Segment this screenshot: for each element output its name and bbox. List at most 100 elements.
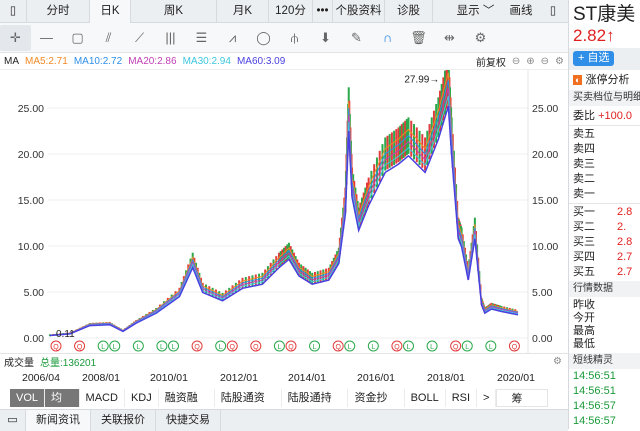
- rectangle-icon[interactable]: ▢: [62, 25, 93, 51]
- circle-icon[interactable]: ◯: [248, 25, 279, 51]
- alert-time[interactable]: 14:56:51: [569, 384, 640, 399]
- tab-120min[interactable]: 120分: [269, 0, 313, 23]
- max-price-label: 27.99→: [404, 74, 439, 85]
- indicator-tab[interactable]: MACD: [80, 389, 125, 407]
- tab-news[interactable]: 新闻资讯: [26, 410, 91, 431]
- alert-time[interactable]: 14:56:51: [569, 369, 640, 384]
- chips-button[interactable]: 筹码: [496, 389, 549, 423]
- settings-icon[interactable]: ⚙: [465, 25, 496, 51]
- indicator-tab[interactable]: >: [477, 389, 497, 407]
- ask-level: 卖四: [573, 143, 595, 155]
- ma60-value: MA60:3.09: [236, 55, 286, 67]
- quote-panel: ST康美 2.82↑ + 自选 ◐ 涨停分析 买卖档位与明细 委比 +100.0…: [568, 0, 640, 429]
- stock-price: 2.82↑: [573, 26, 615, 45]
- eraser-icon[interactable]: ✎: [341, 25, 372, 51]
- bid-level: 买一 2.8: [569, 205, 640, 220]
- tab-related-quotes[interactable]: 关联报价: [91, 410, 156, 431]
- fan-icon[interactable]: ⫽: [93, 25, 124, 51]
- ma5-value: MA5:2.71: [25, 55, 68, 67]
- tab-stock-profile[interactable]: 个股资料: [333, 0, 385, 23]
- event-marker-label: Q: [77, 344, 83, 351]
- event-marker-label: L: [489, 344, 493, 351]
- min-price-label: 0.11: [56, 329, 75, 340]
- draw-button[interactable]: 画线: [502, 0, 540, 23]
- indicator-tab[interactable]: 陆股通资金: [215, 389, 282, 422]
- y-tick-label-right: 15.00: [532, 195, 558, 207]
- more-button[interactable]: •••: [313, 0, 333, 23]
- text-icon[interactable]: ☰: [186, 25, 217, 51]
- settings-icon[interactable]: ⚙: [553, 356, 562, 367]
- event-marker-label: Q: [512, 344, 518, 351]
- ma30-value: MA30:2.94: [182, 55, 231, 67]
- period-tabs: ▯ 分时 日K 周K 月K 120分 ••• 个股资料 诊股 显示 ﹀ 画线 ▯: [0, 0, 568, 23]
- indicator-tab[interactable]: 均线: [45, 389, 80, 422]
- zoom-in-icon[interactable]: ⊕: [526, 56, 534, 67]
- bid-label: 买一: [573, 206, 595, 218]
- event-marker-label: Q: [53, 344, 59, 351]
- split-icon[interactable]: ⇹: [434, 25, 465, 51]
- tab-intraday[interactable]: 分时: [27, 0, 90, 23]
- ma10-value: MA10:2.72: [73, 55, 123, 67]
- zoom-out-icon[interactable]: ⊖: [512, 56, 520, 67]
- short-term-elf-header: 短线精灵: [569, 353, 640, 369]
- parallel-lines-icon[interactable]: |||: [155, 25, 186, 51]
- pitchfork-icon[interactable]: ⫛: [279, 25, 310, 51]
- add-watchlist-button[interactable]: + 自选: [573, 51, 615, 66]
- bid-ratio: 委比 +100.0: [569, 106, 640, 126]
- volume-header: 成交量 总量:136201 ⚙: [0, 353, 568, 369]
- market-field: 最低: [573, 338, 595, 350]
- indicator-tab[interactable]: BOLL: [405, 389, 446, 407]
- indicator-tab[interactable]: KDJ: [125, 389, 159, 407]
- indicator-tab[interactable]: VOL: [10, 389, 46, 407]
- y-tick-label-right: 25.00: [532, 103, 558, 115]
- trash-icon[interactable]: 🗑: [403, 25, 434, 51]
- indicator-tab[interactable]: 融资融券: [159, 389, 215, 422]
- event-marker-label: L: [136, 344, 140, 351]
- segment-icon[interactable]: ⟋: [124, 25, 155, 51]
- minus-icon[interactable]: ⊖: [541, 56, 549, 67]
- price-chart[interactable]: 0.00 0.00 5.00 5.00 10.00 10.00 15.00 15.00 20.0…: [0, 70, 568, 353]
- market-field: 今开: [573, 312, 595, 324]
- limit-analysis[interactable]: ◐ 涨停分析: [569, 70, 640, 90]
- bid-price: 2.8: [617, 236, 633, 248]
- magnet-icon[interactable]: ∩: [372, 25, 403, 51]
- order-book-header: 买卖档位与明细: [569, 90, 640, 106]
- market-data-header: 行情数据: [569, 281, 640, 297]
- x-tick-label: 2020/01: [497, 372, 535, 384]
- event-marker-label: Q: [230, 344, 236, 351]
- layout-toggle-left[interactable]: ▯: [0, 0, 27, 23]
- y-tick-label-right: 0.00: [532, 333, 553, 345]
- tab-daily-k[interactable]: 日K: [90, 0, 131, 23]
- wave-icon[interactable]: ⩘: [217, 25, 248, 51]
- crosshair-icon[interactable]: ✛: [0, 24, 31, 51]
- y-tick-label-right: 5.00: [532, 287, 553, 299]
- volume-label[interactable]: 成交量: [4, 354, 34, 369]
- alert-time[interactable]: 14:56:57: [569, 399, 640, 414]
- adjust-dropdown[interactable]: 前复权: [476, 54, 506, 69]
- indicator-tab[interactable]: 资金抄底: [348, 389, 405, 422]
- market-field: 昨收: [573, 299, 595, 311]
- bid-price: 2.8: [617, 206, 633, 218]
- bid-label: 买三: [573, 236, 595, 248]
- indicator-tab[interactable]: 陆股通持仓: [282, 389, 349, 422]
- indicator-tab[interactable]: RSI: [446, 389, 478, 407]
- tab-diagnosis[interactable]: 诊股: [385, 0, 433, 23]
- line-icon[interactable]: —: [31, 25, 62, 51]
- settings-icon[interactable]: ⚙: [555, 56, 564, 67]
- arrow-down-icon[interactable]: ⬇: [310, 25, 341, 51]
- volume-total: 总量:136201: [40, 358, 97, 369]
- indicator-tabs: VOL均线MACDKDJ融资融券陆股通资金陆股通持仓资金抄底BOLLRSI>筹码: [0, 387, 568, 423]
- alert-time[interactable]: 14:56:57: [569, 414, 640, 429]
- ma10-line: [49, 80, 519, 336]
- display-dropdown[interactable]: 显示 ﹀: [449, 0, 502, 23]
- event-marker-label: Q: [288, 344, 294, 351]
- tab-monthly-k[interactable]: 月K: [217, 0, 269, 23]
- ma-toggle[interactable]: MA: [4, 56, 19, 67]
- y-tick-label-left: 0.00: [24, 333, 45, 345]
- tab-quick-trade[interactable]: 快捷交易: [156, 410, 221, 431]
- tab-weekly-k[interactable]: 周K: [131, 0, 217, 23]
- y-tick-label-left: 20.00: [18, 149, 44, 161]
- panel-toggle[interactable]: ▭: [0, 410, 26, 431]
- layout-toggle-right[interactable]: ▯: [540, 0, 566, 23]
- x-tick-label: 2010/01: [150, 372, 188, 384]
